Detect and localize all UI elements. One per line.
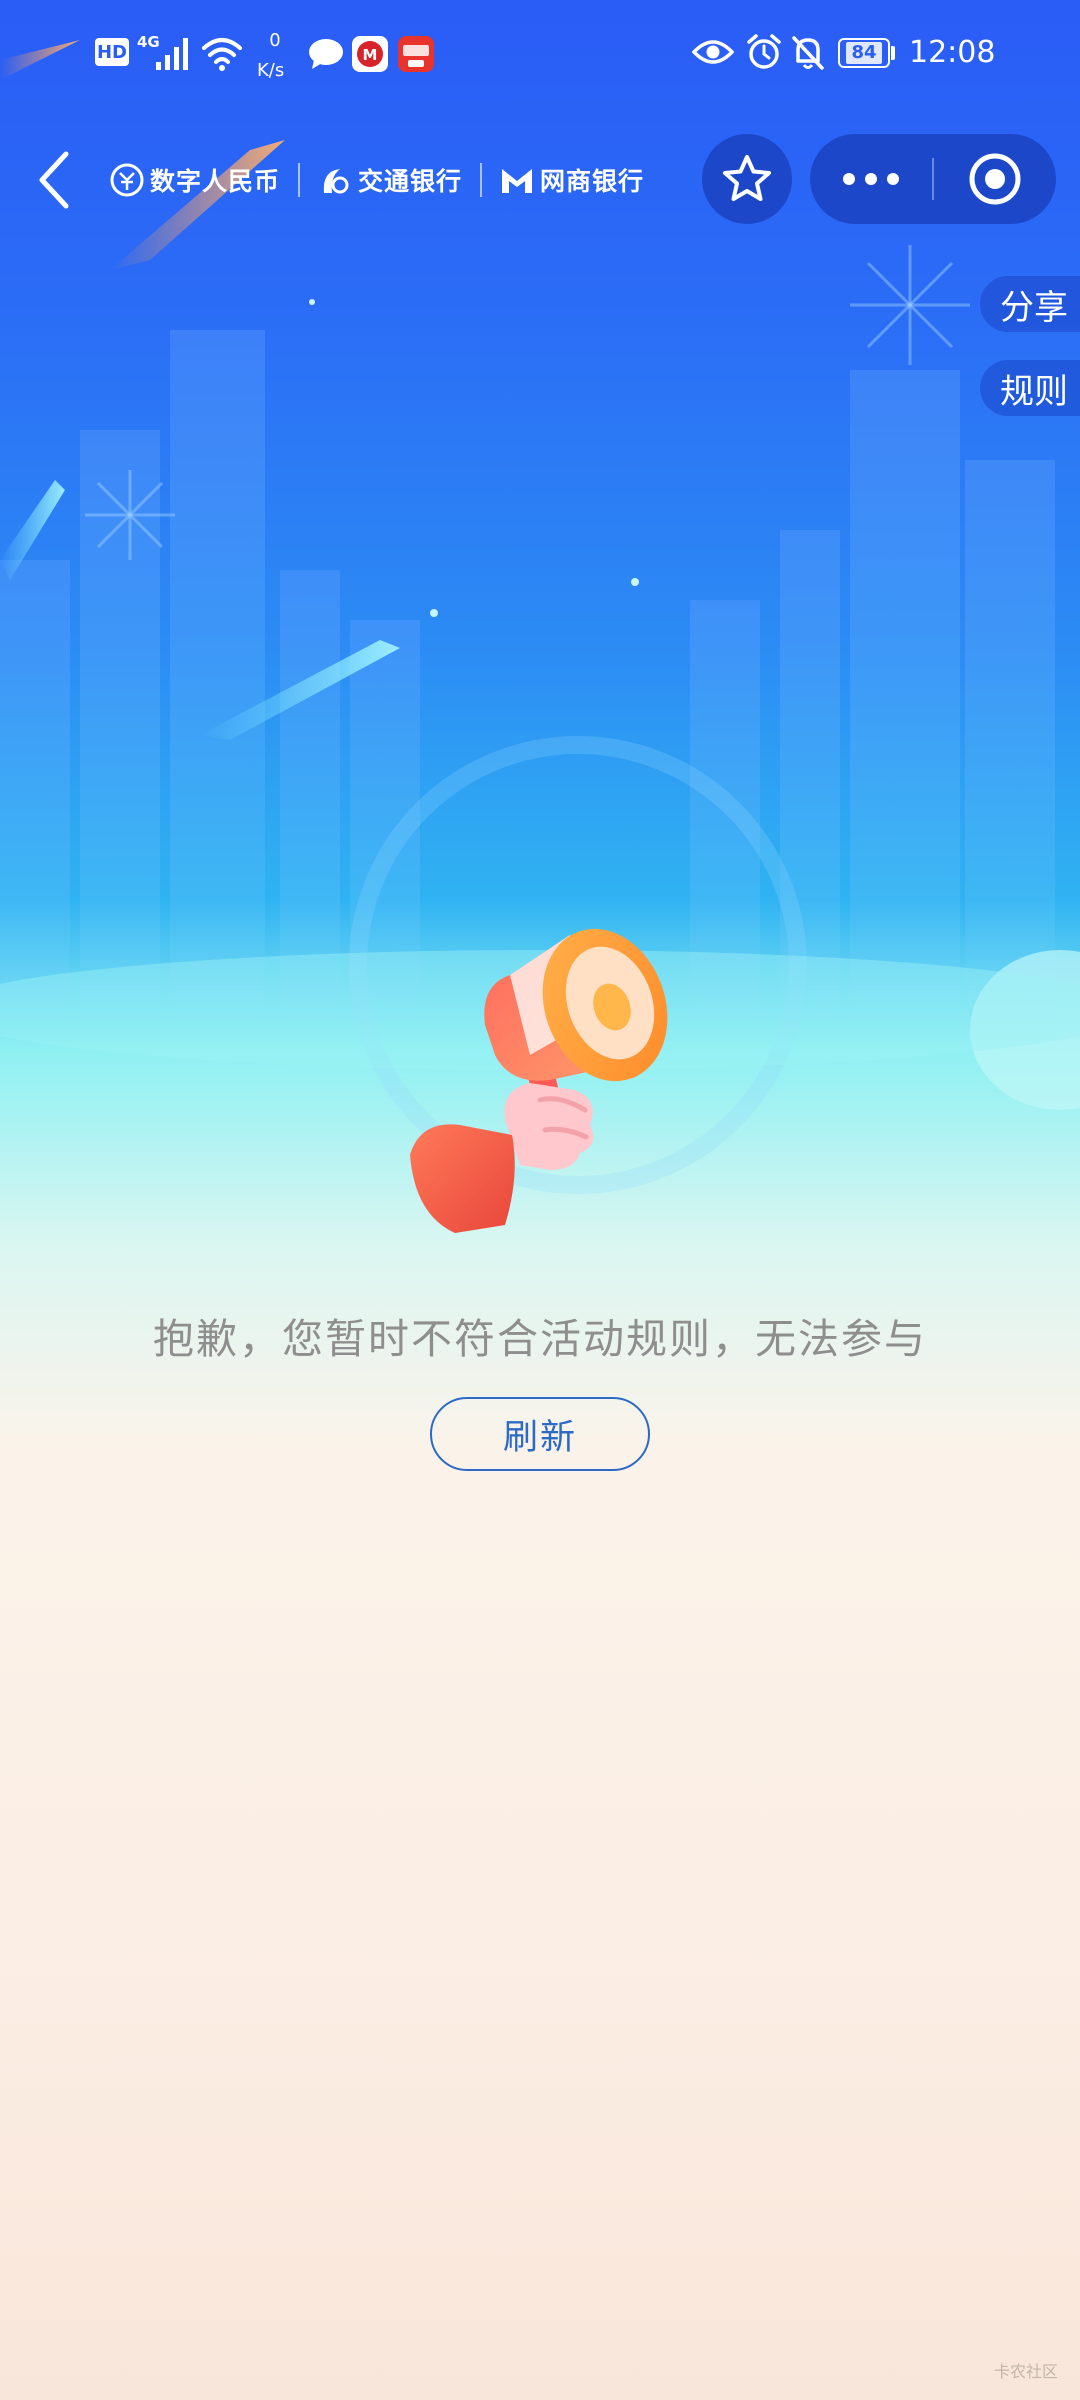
brand-divider bbox=[480, 163, 483, 197]
battery-indicator: 84 bbox=[838, 38, 890, 68]
mini-program-capsule bbox=[810, 134, 1056, 224]
eye-icon bbox=[692, 40, 734, 64]
bank-app-icon: M bbox=[352, 36, 388, 72]
close-button[interactable] bbox=[934, 134, 1056, 224]
brand-bocom: 交通银行 bbox=[318, 162, 462, 198]
brand-divider bbox=[298, 163, 301, 197]
more-dots-icon bbox=[843, 173, 899, 185]
network-speed-unit: K/s bbox=[257, 60, 285, 81]
more-button[interactable] bbox=[810, 134, 932, 224]
rules-tab[interactable]: 规则 bbox=[980, 360, 1080, 416]
ineligible-message: 抱歉，您暂时不符合活动规则，无法参与 bbox=[153, 1315, 927, 1363]
shopping-app-icon bbox=[398, 36, 434, 72]
share-tab[interactable]: 分享 bbox=[980, 276, 1080, 332]
brand-ecny-label: 数字人民币 bbox=[150, 167, 281, 196]
target-close-icon bbox=[969, 153, 1021, 205]
clock: 12:08 bbox=[909, 35, 996, 70]
favorite-button[interactable] bbox=[702, 134, 792, 224]
message-bubble-icon bbox=[309, 39, 343, 69]
back-button[interactable] bbox=[30, 148, 82, 212]
brand-mybank: 网商银行 bbox=[500, 162, 644, 198]
status-bar: HD 4G 0 K/s M 84 12:08 bbox=[0, 0, 1080, 108]
hd-badge: HD bbox=[95, 38, 129, 66]
star-icon bbox=[723, 155, 771, 201]
ecny-logo-icon bbox=[110, 163, 144, 197]
network-speed-value: 0 bbox=[269, 30, 281, 51]
refresh-button[interactable]: 刷新 bbox=[430, 1397, 650, 1471]
battery-level: 84 bbox=[846, 42, 882, 64]
mybank-logo-icon bbox=[502, 169, 533, 193]
signal-icon bbox=[156, 38, 188, 70]
brand-bocom-label: 交通银行 bbox=[358, 167, 463, 196]
chevron-left-icon bbox=[39, 151, 69, 209]
brand-mybank-label: 网商银行 bbox=[540, 167, 645, 196]
watermark: 卡农社区 bbox=[993, 2362, 1058, 2381]
bocom-logo-icon bbox=[323, 169, 349, 194]
svg-text:M: M bbox=[363, 46, 378, 64]
partner-brand-row: 数字人民币 交通银行 网商银行 bbox=[110, 150, 644, 210]
megaphone-illustration bbox=[410, 928, 668, 1233]
alarm-icon bbox=[747, 34, 781, 69]
muted-bell-icon bbox=[792, 36, 824, 70]
battery-tip bbox=[891, 46, 895, 60]
brand-ecny: 数字人民币 bbox=[110, 162, 280, 198]
wifi-icon bbox=[202, 38, 242, 71]
